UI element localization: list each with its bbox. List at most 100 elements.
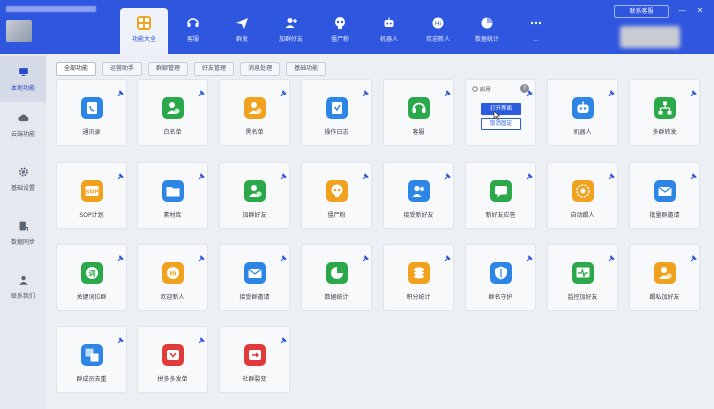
avatar[interactable] (6, 20, 32, 42)
nav-tab-pie-chart[interactable]: 数据统计 (463, 8, 511, 54)
pin-icon[interactable] (280, 329, 287, 344)
user-info[interactable] (4, 6, 112, 44)
pin-icon[interactable] (690, 82, 697, 97)
category-tab[interactable]: 好友管理 (194, 62, 235, 76)
sidebar-item-monitor[interactable]: 本地功能 (0, 56, 46, 102)
pin-icon[interactable] (690, 165, 697, 180)
pin-icon[interactable] (690, 247, 697, 262)
feature-card-sop[interactable]: SOP SOP计划 (56, 162, 127, 229)
feature-card-monitor-wave[interactable]: 监控加好友 (547, 244, 618, 311)
feature-card-popup[interactable]: 启用 ? 打开界面 取消固定 (465, 79, 536, 146)
user-block-icon (244, 97, 266, 119)
nav-tab-label: 功能大全 (131, 36, 156, 43)
feature-card-kick[interactable]: 自动踢人 (547, 162, 618, 229)
pin-icon[interactable] (280, 82, 287, 97)
nav-tab-welcome[interactable]: Hi 欢迎新人 (414, 8, 462, 54)
monitor-wave-icon (572, 262, 594, 284)
user-check-icon (162, 97, 184, 119)
feature-card-label: 加群好友 (242, 212, 267, 219)
nav-tab-label: 加群好友 (278, 36, 303, 43)
pin-icon[interactable] (444, 82, 451, 97)
nav-tab-more[interactable]: ... (512, 8, 560, 54)
feature-card-hi[interactable]: Hi 欢迎新人 (137, 244, 208, 311)
feature-card-robot[interactable]: 机器人 (547, 79, 618, 146)
sidebar-item-gear[interactable]: 基础设置 (0, 156, 46, 202)
feature-card-phone-book[interactable]: 通讯录 (56, 79, 127, 146)
feature-card-dedupe[interactable]: 群成员去重 (56, 326, 127, 393)
feature-card-mail[interactable]: 批量群邀请 (629, 162, 700, 229)
pin-icon[interactable] (280, 165, 287, 180)
open-interface-button[interactable]: 打开界面 (481, 103, 521, 115)
nav-tab-robot[interactable]: 机器人 (365, 8, 413, 54)
feature-card-network[interactable]: 多群转发 (629, 79, 700, 146)
feature-card-user-block[interactable]: 黑名单 (219, 79, 290, 146)
feature-card-envelope[interactable]: 接受群邀请 (219, 244, 290, 311)
skull-icon (326, 180, 348, 202)
pin-icon[interactable] (117, 247, 124, 262)
feature-card-add-user[interactable]: 加群好友 (219, 162, 290, 229)
pdd-icon (162, 344, 184, 366)
pin-icon[interactable] (198, 82, 205, 97)
feature-card-pdd[interactable]: 拼多多发单 (137, 326, 208, 393)
dedupe-icon (81, 344, 103, 366)
skull-icon (333, 16, 347, 30)
pin-icon[interactable] (117, 165, 124, 180)
pin-icon[interactable] (608, 247, 615, 262)
category-tab[interactable]: 运营助手 (102, 62, 143, 76)
pin-icon[interactable] (198, 247, 205, 262)
svg-text:Hi: Hi (435, 20, 442, 27)
pin-icon[interactable] (608, 165, 615, 180)
pin-icon[interactable] (198, 165, 205, 180)
pin-icon[interactable] (526, 82, 533, 97)
category-tab[interactable]: 消息处理 (240, 62, 281, 76)
pin-icon[interactable] (280, 247, 287, 262)
pin-icon[interactable] (444, 247, 451, 262)
robot-icon (572, 97, 594, 119)
nav-tab-grid[interactable]: 功能大全 (120, 8, 168, 54)
hi-icon: Hi (162, 262, 184, 284)
feature-card-headset[interactable]: 客服 (383, 79, 454, 146)
startup-toggle[interactable]: 启用 (472, 85, 491, 93)
sidebar-item-cloud[interactable]: 云端功能 (0, 102, 46, 148)
feature-card-pie-chart[interactable]: 数据统计 (301, 244, 372, 311)
category-tab[interactable]: 群聊管理 (148, 62, 189, 76)
nav-tab-add-user[interactable]: 加群好友 (267, 8, 315, 54)
feature-card-user-remove[interactable]: 踢私加好友 (629, 244, 700, 311)
chat-reply-icon (490, 180, 512, 202)
feature-card-shield[interactable]: 群名守护 (465, 244, 536, 311)
feature-card-folder[interactable]: 素材库 (137, 162, 208, 229)
category-tab[interactable]: 全部功能 (56, 62, 97, 76)
coins-icon (408, 262, 430, 284)
feature-card-chat-reply[interactable]: 新好友应答 (465, 162, 536, 229)
pin-icon[interactable] (117, 82, 124, 97)
feature-card-users[interactable]: 接受新好友 (383, 162, 454, 229)
pin-icon[interactable] (117, 329, 124, 344)
feature-card-label: 僵尸粉 (327, 212, 346, 219)
unpin-button[interactable]: 取消固定 (481, 118, 521, 130)
pin-icon[interactable] (608, 82, 615, 97)
sync-icon (18, 220, 29, 231)
pin-icon[interactable] (362, 82, 369, 97)
sidebar-item-sync[interactable]: 数据同步 (0, 210, 46, 256)
close-button[interactable]: ✕ (694, 5, 706, 17)
feature-card-fission[interactable]: 社群裂变 (219, 326, 290, 393)
feature-card-skull[interactable]: 僵尸粉 (301, 162, 372, 229)
feature-card-label: 批量群邀请 (649, 212, 680, 219)
pin-icon[interactable] (526, 165, 533, 180)
feature-card-log[interactable]: 操作日志 (301, 79, 372, 146)
nav-tab-send[interactable]: 群发 (218, 8, 266, 54)
category-tab[interactable]: 基础功能 (286, 62, 327, 76)
nav-tab-skull[interactable]: 僵尸粉 (316, 8, 364, 54)
pin-icon[interactable] (362, 165, 369, 180)
pin-icon[interactable] (444, 165, 451, 180)
feature-card-coins[interactable]: 积分统计 (383, 244, 454, 311)
pin-icon[interactable] (198, 329, 205, 344)
nav-tab-headset[interactable]: 客服 (169, 8, 217, 54)
feature-card-keyword[interactable]: 词关键词拉群 (56, 244, 127, 311)
pin-icon[interactable] (362, 247, 369, 262)
sidebar-item-person[interactable]: 联系我们 (0, 264, 46, 310)
feature-card-user-check[interactable]: 白名单 (137, 79, 208, 146)
minimize-button[interactable]: — (676, 5, 688, 17)
contact-service-button[interactable]: 联系客服 (614, 5, 669, 18)
pin-icon[interactable] (526, 247, 533, 262)
